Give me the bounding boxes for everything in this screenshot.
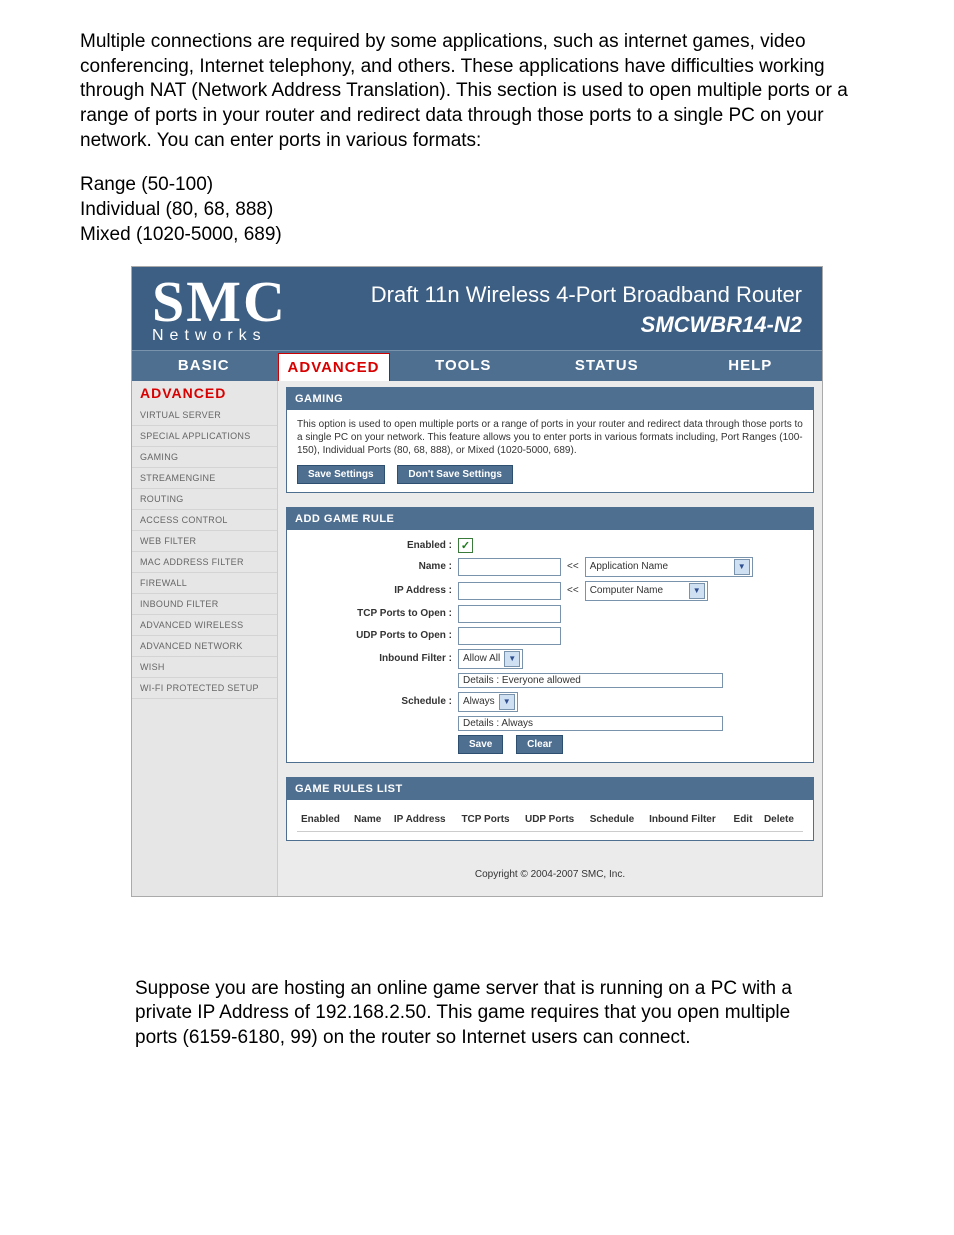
format-individual: Individual (80, 68, 888) (80, 198, 874, 223)
col-ip: IP Address (390, 808, 458, 832)
inbound-filter-select-value: Allow All (463, 653, 500, 664)
outro-paragraph: Suppose you are hosting an online game s… (135, 977, 819, 1051)
inbound-details-value: Everyone allowed (502, 675, 581, 686)
col-edit: Edit (730, 808, 760, 832)
col-delete: Delete (760, 808, 803, 832)
router-header: SMC Networks Draft 11n Wireless 4-Port B… (132, 267, 822, 350)
sidebar: ADVANCED VIRTUAL SERVER SPECIAL APPLICAT… (132, 381, 278, 896)
computer-name-select[interactable]: Computer Name ▼ (585, 581, 708, 601)
sidebar-item-special-applications[interactable]: SPECIAL APPLICATIONS (132, 426, 277, 447)
name-input[interactable] (458, 558, 561, 576)
ip-label: IP Address : (297, 585, 458, 596)
col-udp: UDP Ports (521, 808, 586, 832)
chevron-down-icon: ▼ (499, 694, 515, 710)
col-name: Name (350, 808, 390, 832)
udp-ports-input[interactable] (458, 627, 561, 645)
application-name-select-value: Application Name (590, 561, 730, 572)
tab-status[interactable]: STATUS (535, 351, 679, 381)
col-tcp: TCP Ports (457, 808, 521, 832)
sidebar-item-routing[interactable]: ROUTING (132, 489, 277, 510)
sidebar-item-access-control[interactable]: ACCESS CONTROL (132, 510, 277, 531)
sidebar-item-wish[interactable]: WISH (132, 657, 277, 678)
game-rules-table: Enabled Name IP Address TCP Ports UDP Po… (297, 808, 803, 832)
save-button[interactable]: Save (458, 735, 503, 754)
brand-name: SMC (152, 277, 287, 326)
sidebar-item-inbound-filter[interactable]: INBOUND FILTER (132, 594, 277, 615)
sidebar-item-mac-address-filter[interactable]: MAC ADDRESS FILTER (132, 552, 277, 573)
brand-sub: Networks (152, 328, 287, 344)
add-game-rule-panel: ADD GAME RULE Enabled : ✓ Name : (286, 507, 814, 763)
gaming-panel-title: GAMING (287, 388, 813, 410)
inbound-details-label: Details : (463, 675, 499, 686)
sidebar-item-gaming[interactable]: GAMING (132, 447, 277, 468)
game-rules-list-panel: GAME RULES LIST Enabled Name IP Address … (286, 777, 814, 841)
dont-save-settings-button[interactable]: Don't Save Settings (397, 465, 513, 484)
col-enabled: Enabled (297, 808, 350, 832)
tcp-ports-input[interactable] (458, 605, 561, 623)
top-nav: BASIC ADVANCED TOOLS STATUS HELP (132, 350, 822, 381)
gaming-panel-desc: This option is used to open multiple por… (297, 418, 803, 457)
chevron-down-icon: ▼ (734, 559, 750, 575)
schedule-details-value: Always (501, 718, 533, 729)
inbound-details-box: Details : Everyone allowed (458, 673, 723, 688)
sidebar-item-virtual-server[interactable]: VIRTUAL SERVER (132, 405, 277, 426)
enabled-checkbox[interactable]: ✓ (458, 538, 473, 553)
gaming-panel: GAMING This option is used to open multi… (286, 387, 814, 493)
tab-help[interactable]: HELP (679, 351, 823, 381)
inbound-filter-label: Inbound Filter : (297, 653, 458, 664)
brand-logo: SMC Networks (152, 277, 287, 344)
intro-paragraph: Multiple connections are required by som… (80, 30, 874, 153)
ip-copy-icon[interactable]: << (567, 585, 579, 596)
col-inbound: Inbound Filter (645, 808, 729, 832)
name-label: Name : (297, 561, 458, 572)
sidebar-item-wifi-protected-setup[interactable]: WI-FI PROTECTED SETUP (132, 678, 277, 699)
sidebar-item-advanced-wireless[interactable]: ADVANCED WIRELESS (132, 615, 277, 636)
application-name-select[interactable]: Application Name ▼ (585, 557, 753, 577)
format-mixed: Mixed (1020-5000, 689) (80, 223, 874, 248)
name-copy-icon[interactable]: << (567, 561, 579, 572)
schedule-label: Schedule : (297, 696, 458, 707)
schedule-select[interactable]: Always ▼ (458, 692, 518, 712)
schedule-details-label: Details : (463, 718, 499, 729)
sidebar-item-streamengine[interactable]: STREAMENGINE (132, 468, 277, 489)
sidebar-item-advanced-network[interactable]: ADVANCED NETWORK (132, 636, 277, 657)
add-game-rule-title: ADD GAME RULE (287, 508, 813, 530)
copyright: Copyright © 2004-2007 SMC, Inc. (286, 855, 814, 884)
product-title: Draft 11n Wireless 4-Port Broadband Rout… (307, 282, 802, 308)
sidebar-item-web-filter[interactable]: WEB FILTER (132, 531, 277, 552)
tab-tools[interactable]: TOOLS (392, 351, 536, 381)
col-schedule: Schedule (586, 808, 645, 832)
product-model: SMCWBR14-N2 (307, 312, 802, 338)
ip-input[interactable] (458, 582, 561, 600)
game-rules-list-title: GAME RULES LIST (287, 778, 813, 800)
tab-basic[interactable]: BASIC (132, 351, 276, 381)
tab-advanced[interactable]: ADVANCED (278, 353, 390, 381)
formats-list: Range (50-100) Individual (80, 68, 888) … (80, 173, 874, 247)
router-admin-screenshot: SMC Networks Draft 11n Wireless 4-Port B… (131, 266, 823, 897)
format-range: Range (50-100) (80, 173, 874, 198)
chevron-down-icon: ▼ (689, 583, 705, 599)
schedule-details-box: Details : Always (458, 716, 723, 731)
sidebar-heading: ADVANCED (132, 381, 277, 405)
udp-ports-label: UDP Ports to Open : (297, 630, 458, 641)
tcp-ports-label: TCP Ports to Open : (297, 608, 458, 619)
inbound-filter-select[interactable]: Allow All ▼ (458, 649, 523, 669)
chevron-down-icon: ▼ (504, 651, 520, 667)
schedule-select-value: Always (463, 696, 495, 707)
clear-button[interactable]: Clear (516, 735, 563, 754)
enabled-label: Enabled : (297, 540, 458, 551)
save-settings-button[interactable]: Save Settings (297, 465, 385, 484)
sidebar-item-firewall[interactable]: FIREWALL (132, 573, 277, 594)
computer-name-select-value: Computer Name (590, 585, 685, 596)
